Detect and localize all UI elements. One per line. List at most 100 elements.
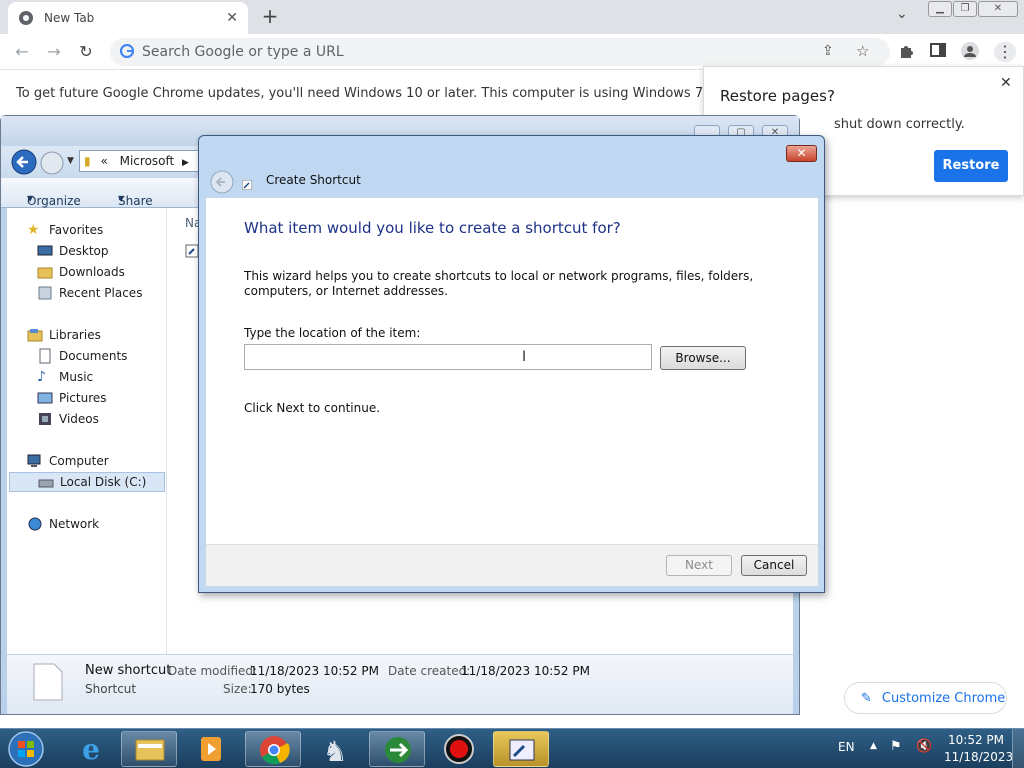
continue-text: Click Next to continue.	[244, 401, 381, 415]
pencil-icon: ✎	[861, 690, 872, 706]
hard-disk-icon	[38, 474, 54, 490]
tab-search-chevron-icon[interactable]: ⌄	[896, 6, 908, 22]
film-icon	[37, 411, 53, 427]
tab-title: New Tab	[44, 11, 95, 25]
address-folder[interactable]: Microsoft	[120, 154, 175, 168]
details-created-value: 11/18/2023 10:52 PM	[461, 664, 590, 678]
music-note-icon: ♪	[37, 369, 46, 385]
media-player-icon[interactable]	[183, 731, 239, 767]
nav-libraries[interactable]: Libraries	[27, 325, 101, 345]
nav-videos-label: Videos	[59, 412, 99, 426]
nav-videos[interactable]: Videos	[37, 409, 99, 429]
side-panel-icon[interactable]	[930, 42, 950, 62]
dialog-description: This wizard helps you to create shortcut…	[244, 269, 754, 298]
omnibox[interactable]: Search Google or type a URL ⇪ ☆	[110, 38, 890, 66]
taskbar: e ♞ EN ▲ ⚑ 🔇 10:52 PM 11/18/2023	[0, 728, 1024, 768]
profile-avatar-icon[interactable]	[961, 42, 981, 62]
extensions-puzzle-icon[interactable]	[898, 42, 918, 62]
downloads-folder-icon	[37, 264, 53, 280]
tab-close-icon[interactable]: ✕	[226, 10, 238, 26]
start-orb-icon[interactable]	[6, 730, 46, 768]
nav-desktop[interactable]: Desktop	[37, 241, 109, 261]
cancel-button[interactable]: Cancel	[741, 555, 807, 576]
chrome-minimize-button[interactable]: ▁	[928, 1, 952, 17]
nav-documents[interactable]: Documents	[37, 346, 127, 366]
clock-date[interactable]: 11/18/2023	[944, 750, 1013, 764]
restore-close-icon[interactable]: ✕	[1000, 75, 1012, 91]
organize-chevron-icon: ▼	[27, 194, 34, 203]
next-button[interactable]: Next	[666, 555, 732, 576]
recent-places-icon	[37, 285, 53, 301]
customize-chrome-button[interactable]: ✎ Customize Chrome	[844, 682, 1007, 714]
file-explorer-icon[interactable]	[121, 731, 177, 767]
dialog-header: Create Shortcut	[206, 166, 818, 198]
download-manager-icon[interactable]	[369, 731, 425, 767]
nav-recent-places[interactable]: Recent Places	[37, 283, 142, 303]
dialog-body: What item would you like to create a sho…	[206, 198, 818, 544]
restore-title: Restore pages?	[720, 87, 835, 105]
nav-favorites-label: Favorites	[49, 223, 104, 237]
show-desktop-button[interactable]	[1012, 729, 1024, 768]
forward-button-icon[interactable]	[39, 150, 65, 176]
nav-local-disk-label: Local Disk (C:)	[60, 475, 147, 489]
location-label: Type the location of the item:	[244, 326, 421, 340]
nav-downloads-label: Downloads	[59, 265, 125, 279]
reload-icon[interactable]: ↻	[76, 42, 96, 62]
show-hidden-icons-icon[interactable]: ▲	[870, 741, 877, 751]
dialog-close-button[interactable]: ✕	[786, 145, 817, 162]
libraries-icon	[27, 327, 43, 343]
chess-icon[interactable]: ♞	[307, 731, 363, 767]
svg-text:e: e	[82, 733, 100, 766]
wizard-back-icon[interactable]	[210, 170, 234, 194]
back-arrow-icon[interactable]: ←	[12, 42, 32, 62]
new-tab-button[interactable]: +	[260, 6, 280, 28]
system-tray: EN ▲ ⚑ 🔇 10:52 PM 11/18/2023	[830, 729, 1024, 768]
nav-music[interactable]: ♪ Music	[37, 367, 93, 387]
nav-favorites[interactable]: ★ Favorites	[27, 220, 103, 240]
record-icon[interactable]	[431, 731, 487, 767]
dialog-footer: Next Cancel	[206, 544, 818, 586]
details-file-type: Shortcut	[85, 682, 137, 696]
details-modified-value: 11/18/2023 10:52 PM	[250, 664, 379, 678]
shortcut-wizard-taskbar-icon[interactable]	[493, 731, 549, 767]
browse-button[interactable]: Browse...	[660, 346, 746, 370]
tab-new-tab[interactable]: New Tab ✕	[8, 2, 248, 34]
restore-button[interactable]: Restore	[934, 150, 1008, 182]
recent-pages-chevron-icon[interactable]: ▼	[67, 156, 74, 166]
share-icon[interactable]: ⇪	[822, 43, 834, 59]
nav-network[interactable]: Network	[27, 514, 99, 534]
clock-time[interactable]: 10:52 PM	[948, 733, 1004, 747]
internet-explorer-icon[interactable]: e	[63, 731, 119, 767]
shortcut-file-icon[interactable]	[185, 244, 199, 258]
explorer-address-bar[interactable]: ▮ « Microsoft ▶ W	[79, 150, 209, 172]
chrome-tabstrip: New Tab ✕ + ⌄ ▁ ❐ ✕	[0, 0, 1024, 34]
omnibox-placeholder: Search Google or type a URL	[142, 44, 344, 60]
chrome-close-button[interactable]: ✕	[978, 1, 1018, 17]
back-button-icon[interactable]	[10, 148, 38, 176]
volume-muted-icon[interactable]: 🔇	[916, 739, 932, 754]
nav-computer[interactable]: Computer	[27, 451, 109, 471]
details-size-label: Size:	[223, 682, 252, 696]
nav-music-label: Music	[59, 370, 94, 384]
create-shortcut-dialog: ✕ Create Shortcut What item would you li…	[198, 135, 825, 593]
forward-arrow-icon[interactable]: →	[44, 42, 64, 62]
shortcut-thumbnail-icon	[33, 663, 63, 701]
organize-label: Organize	[27, 194, 81, 208]
language-indicator[interactable]: EN	[838, 740, 855, 754]
action-center-flag-icon[interactable]: ⚑	[890, 739, 902, 754]
nav-pictures[interactable]: Pictures	[37, 388, 107, 408]
nav-local-disk[interactable]: Local Disk (C:)	[9, 472, 165, 492]
details-file-name: New shortcut	[85, 663, 172, 678]
chrome-taskbar-icon[interactable]	[245, 731, 301, 767]
infobar-message: To get future Google Chrome updates, you…	[16, 86, 708, 101]
chrome-restore-button[interactable]: ❐	[953, 1, 977, 17]
location-input[interactable]	[244, 344, 652, 370]
svg-text:♞: ♞	[322, 735, 347, 767]
documents-icon	[37, 348, 53, 364]
chrome-menu-icon[interactable]: ⋮	[994, 42, 1016, 62]
nav-desktop-label: Desktop	[59, 244, 109, 258]
star-icon: ★	[27, 222, 40, 238]
google-g-icon	[120, 44, 134, 58]
nav-downloads[interactable]: Downloads	[37, 262, 125, 282]
bookmark-star-icon[interactable]: ☆	[856, 42, 869, 60]
